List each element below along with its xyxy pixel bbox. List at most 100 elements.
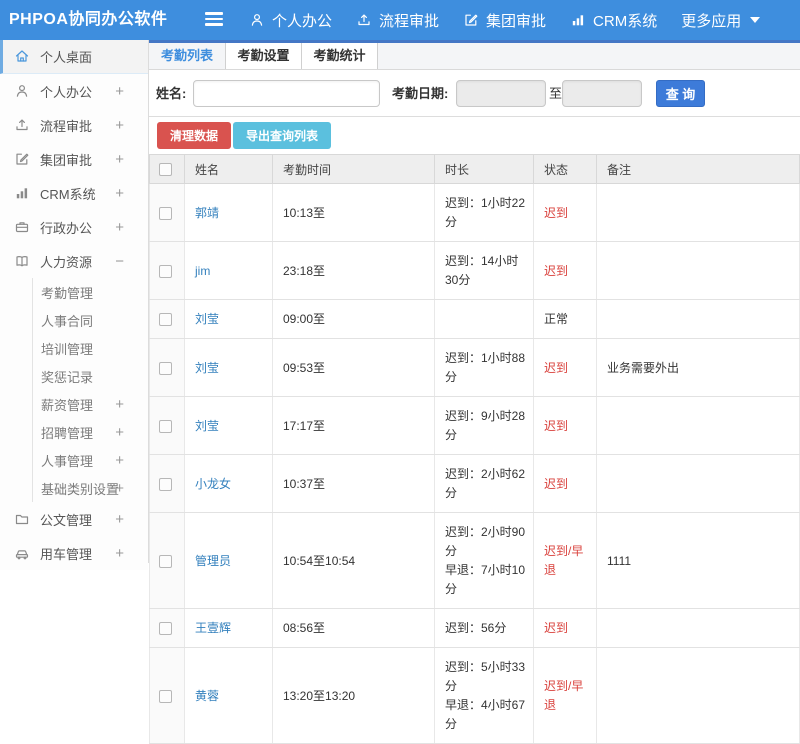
row-checkbox[interactable] [159, 419, 172, 433]
hamburger-menu-icon[interactable] [205, 12, 223, 28]
sidebar-subitem-6[interactable]: 人事管理 + [33, 446, 148, 474]
topnav-item-0[interactable]: 个人办公 [249, 10, 332, 31]
search-panel: 姓名: 考勤日期: 至 查 询 [149, 70, 800, 117]
row-checkbox[interactable] [159, 477, 172, 491]
sidebar-subitem-0[interactable]: 考勤管理 [33, 278, 148, 306]
sidebar-item-4[interactable]: CRM系统 + [0, 176, 148, 210]
sidebar-subitem-1[interactable]: 人事合同 [33, 306, 148, 334]
clean-data-button[interactable]: 清理数据 [157, 122, 232, 149]
note-cell: 业务需要外出 [596, 338, 800, 397]
attendance-time-cell: 09:00至 [272, 299, 435, 339]
sidebar-item-5[interactable]: 行政办公 + [0, 210, 148, 244]
employee-name-link[interactable]: 刘莹 [195, 419, 219, 433]
date-to-input[interactable] [562, 80, 642, 107]
attendance-time-cell: 10:13至 [272, 183, 435, 242]
sidebar-subitem-5[interactable]: 招聘管理 + [33, 418, 148, 446]
search-button[interactable]: 查 询 [656, 80, 705, 107]
employee-name-link[interactable]: 黄蓉 [195, 689, 219, 703]
sidebar-item-2[interactable]: 流程审批 + [0, 108, 148, 142]
expand-toggle-icon[interactable]: − [115, 253, 124, 270]
expand-toggle-icon[interactable]: + [115, 452, 124, 469]
sidebar-subitem-label: 招聘管理 [41, 425, 94, 441]
name-input[interactable] [193, 80, 380, 107]
date-from-input[interactable] [456, 80, 546, 107]
tab-attendance-list[interactable]: 考勤列表 [149, 43, 226, 69]
employee-name-link[interactable]: 刘莹 [195, 312, 219, 326]
topnav-item-3[interactable]: CRM系统 [570, 10, 657, 31]
employee-name-link[interactable]: 管理员 [195, 554, 231, 568]
sidebar-item-3[interactable]: 集团审批 + [0, 142, 148, 176]
duration-line: 早退：4小时67分 [445, 698, 526, 731]
note-cell [596, 454, 800, 513]
expand-toggle-icon[interactable]: + [115, 151, 124, 168]
sidebar-item-6[interactable]: 人力资源 − [0, 244, 148, 278]
sidebar-subitem-7[interactable]: 基础类别设置 + [33, 474, 148, 502]
sidebar-item-8[interactable]: 用车管理 + [0, 536, 148, 570]
sidebar-item-0[interactable]: 个人桌面 [0, 40, 148, 74]
topnav-item-4[interactable]: 更多应用 [681, 10, 761, 31]
duration-cell: 迟到：1小时22分 [434, 183, 534, 242]
expand-toggle-icon[interactable]: + [115, 480, 124, 497]
row-checkbox[interactable] [159, 264, 172, 278]
duration-cell: 迟到：14小时30分 [434, 241, 534, 300]
column-header-duration: 时长 [434, 154, 534, 184]
export-list-button[interactable]: 导出查询列表 [233, 122, 332, 149]
expand-toggle-icon[interactable]: + [115, 396, 124, 413]
caret-down-icon [750, 17, 761, 23]
sidebar-subitem-label: 薪资管理 [41, 397, 94, 413]
sidebar-item-7[interactable]: 公文管理 + [0, 502, 148, 536]
table-row: 王壹辉 08:56至 迟到：56分 迟到 [149, 608, 800, 648]
note-cell [596, 647, 800, 744]
row-checkbox[interactable] [159, 689, 172, 703]
expand-toggle-icon[interactable]: + [115, 219, 124, 236]
note-cell [596, 299, 800, 339]
expand-toggle-icon[interactable]: + [115, 511, 124, 528]
select-all-checkbox[interactable] [159, 163, 172, 177]
edit-icon [14, 151, 31, 168]
sidebar-item-label: 公文管理 [40, 512, 93, 528]
status-cell: 正常 [533, 299, 597, 339]
topnav-item-1[interactable]: 流程审批 [356, 10, 439, 31]
sidebar-item-1[interactable]: 个人办公 + [0, 74, 148, 108]
row-checkbox[interactable] [159, 361, 172, 375]
employee-name-link[interactable]: jim [195, 264, 210, 278]
expand-toggle-icon[interactable]: + [115, 185, 124, 202]
expand-toggle-icon[interactable]: + [115, 424, 124, 441]
sidebar-subitem-4[interactable]: 薪资管理 + [33, 390, 148, 418]
employee-name-link[interactable]: 刘莹 [195, 361, 219, 375]
duration-line: 迟到：14小时30分 [445, 254, 519, 287]
sidebar-subitem-label: 人事管理 [41, 453, 94, 469]
row-checkbox[interactable] [159, 313, 172, 327]
attendance-time-cell: 10:37至 [272, 454, 435, 513]
sidebar-item-label: 流程审批 [40, 118, 93, 134]
tab-attendance-stats[interactable]: 考勤统计 [301, 43, 378, 69]
sidebar-subitem-3[interactable]: 奖惩记录 [33, 362, 148, 390]
top-navigation: 个人办公 流程审批 集团审批 CRM系统 更多应用 [249, 0, 784, 40]
edit-icon [463, 12, 479, 28]
row-checkbox[interactable] [159, 554, 172, 568]
table-header-row: 姓名 考勤时间 时长 状态 备注 [149, 154, 800, 184]
note-cell [596, 241, 800, 300]
topnav-item-label: 个人办公 [272, 12, 333, 30]
sidebar-subitem-label: 考勤管理 [41, 285, 94, 301]
table-row: 刘莹 09:00至 正常 [149, 299, 800, 339]
expand-toggle-icon[interactable]: + [115, 545, 124, 562]
employee-name-link[interactable]: 小龙女 [195, 477, 231, 491]
employee-name-link[interactable]: 郭靖 [195, 206, 219, 220]
expand-toggle-icon[interactable]: + [115, 117, 124, 134]
name-label: 姓名: [156, 86, 187, 101]
date-label: 考勤日期: [392, 86, 449, 101]
topnav-item-2[interactable]: 集团审批 [463, 10, 546, 31]
employee-name-link[interactable]: 王壹辉 [195, 621, 231, 635]
duration-line: 迟到：1小时22分 [445, 196, 526, 229]
chart-icon [14, 185, 31, 202]
topnav-item-label: 集团审批 [486, 12, 547, 30]
expand-toggle-icon[interactable]: + [115, 83, 124, 100]
row-checkbox[interactable] [159, 206, 172, 220]
sidebar-item-label: 行政办公 [40, 220, 93, 236]
sidebar-subitem-2[interactable]: 培训管理 [33, 334, 148, 362]
tab-attendance-settings[interactable]: 考勤设置 [225, 43, 302, 69]
duration-line: 迟到：56分 [445, 621, 507, 635]
row-checkbox[interactable] [159, 622, 172, 636]
duration-cell: 迟到：2小时62分 [434, 454, 534, 513]
